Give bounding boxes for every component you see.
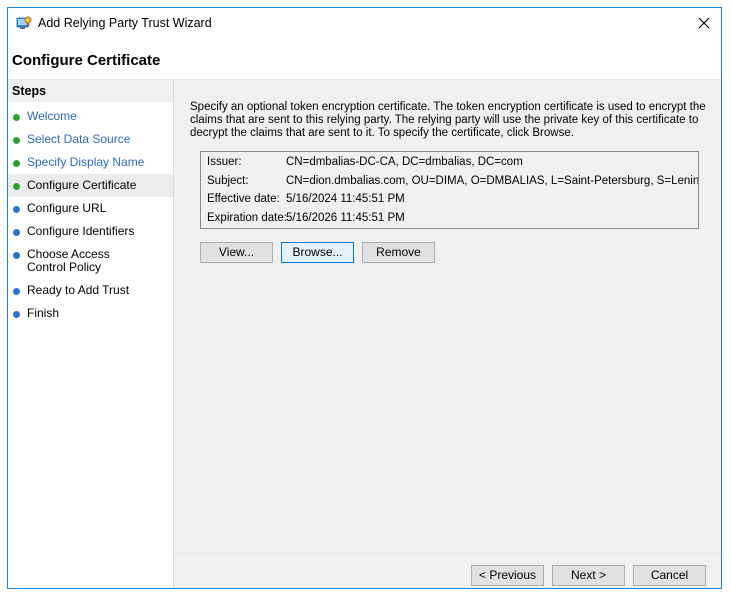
subject-label: Subject: (207, 175, 249, 187)
step-pending-icon (13, 229, 20, 236)
previous-button[interactable]: < Previous (471, 565, 544, 586)
steps-sidebar: Steps Welcome Select Data Source Specify… (8, 80, 174, 588)
step-label: Select Data Source (27, 132, 131, 146)
subject-value: CN=dion.dmbalias.com, OU=DIMA, O=DMBALIA… (286, 175, 699, 187)
step-choose-access-control-policy: Choose Access Control Policy (8, 248, 173, 284)
wizard-content: Specify an optional token encryption cer… (174, 80, 721, 588)
step-configure-identifiers: Configure Identifiers (8, 225, 173, 248)
instructions-text: Specify an optional token encryption cer… (190, 101, 706, 139)
step-label: Finish (27, 306, 60, 320)
view-button[interactable]: View... (200, 242, 273, 263)
step-complete-icon (13, 137, 20, 144)
step-label: Configure Certificate (27, 178, 137, 192)
step-pending-icon (13, 206, 20, 213)
certificate-details: Issuer: CN=dmbalias-DC-CA, DC=dmbalias, … (200, 151, 699, 229)
footer-divider (174, 553, 721, 554)
effective-date-label: Effective date: (207, 193, 280, 205)
step-complete-icon (13, 160, 20, 167)
step-pending-icon (13, 252, 20, 259)
title-bar[interactable]: Add Relying Party Trust Wizard (8, 8, 721, 38)
issuer-label: Issuer: (207, 156, 242, 168)
step-pending-icon (13, 288, 20, 295)
step-label: Configure Identifiers (27, 224, 135, 238)
steps-heading: Steps (8, 80, 173, 102)
page-title: Configure Certificate (12, 52, 161, 69)
step-configure-certificate: Configure Certificate (8, 174, 173, 197)
expiration-date-value: 5/16/2026 11:45:51 PM (286, 212, 405, 224)
next-button[interactable]: Next > (552, 565, 625, 586)
step-label: Ready to Add Trust (27, 283, 130, 297)
step-pending-icon (13, 311, 20, 318)
browse-button[interactable]: Browse... (281, 242, 354, 263)
step-label: Specify Display Name (27, 155, 145, 169)
issuer-value: CN=dmbalias-DC-CA, DC=dmbalias, DC=com (286, 156, 523, 168)
relying-party-wizard-icon (16, 16, 32, 29)
close-icon (698, 17, 710, 29)
step-welcome[interactable]: Welcome (8, 110, 173, 133)
effective-date-value: 5/16/2024 11:45:51 PM (286, 193, 405, 205)
step-finish: Finish (8, 307, 173, 330)
window-title: Add Relying Party Trust Wizard (38, 16, 212, 30)
step-label: Welcome (27, 109, 77, 123)
step-label: Configure URL (27, 201, 107, 215)
step-ready-to-add-trust: Ready to Add Trust (8, 284, 173, 307)
step-select-data-source[interactable]: Select Data Source (8, 133, 173, 156)
remove-button[interactable]: Remove (362, 242, 435, 263)
steps-list: Welcome Select Data Source Specify Displ… (8, 110, 173, 330)
step-label: Choose Access Control Policy (27, 247, 110, 274)
expiration-date-label: Expiration date: (207, 212, 287, 224)
wizard-header: Configure Certificate (8, 38, 721, 79)
close-button[interactable] (687, 8, 721, 38)
step-complete-icon (13, 114, 20, 121)
step-current-icon (13, 183, 20, 190)
wizard-window: Add Relying Party Trust Wizard Configure… (7, 7, 722, 589)
step-configure-url: Configure URL (8, 202, 173, 225)
cancel-button[interactable]: Cancel (633, 565, 706, 586)
